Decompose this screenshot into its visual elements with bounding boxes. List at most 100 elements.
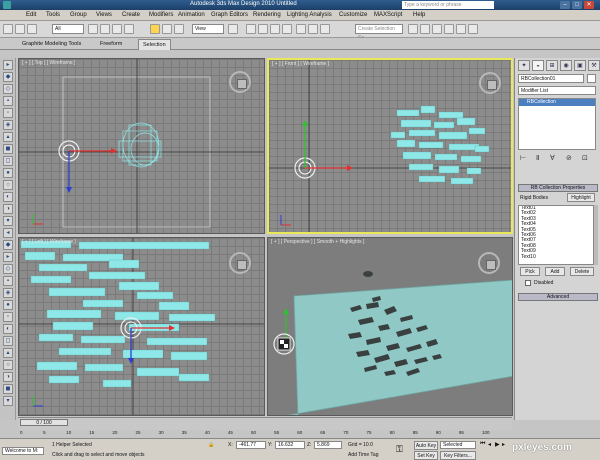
menu-lighting-analysis[interactable]: Lighting Analysis [287,12,332,18]
key-icon[interactable]: ⚿ [396,443,408,455]
display-tab-icon[interactable]: ▣ [574,60,586,71]
list-item[interactable]: Text10 [519,254,593,260]
select-scale-icon[interactable] [174,24,184,34]
minimize-icon[interactable]: – [560,1,570,9]
text-objects-cluster[interactable] [118,122,162,168]
viewport-label[interactable]: [ + ] [ Front ] [ Wireframe ] [272,61,329,67]
strip-tool-icon[interactable]: ◻ [3,336,13,346]
z-coordinate-field[interactable]: 5.869 [314,441,342,449]
viewport-top[interactable]: [ + ] [ Top ] [ Wireframe ] [18,58,265,234]
select-by-name-icon[interactable] [100,24,110,34]
viewport-label[interactable]: [ + ] [ Top ] [ Wireframe ] [22,60,75,66]
rigid-bodies-list[interactable]: Text01 Text02 Text03 Text04 Text05 Text0… [518,205,594,265]
create-tab-icon[interactable]: ✦ [518,60,530,71]
utilities-tab-icon[interactable]: ⚒ [588,60,600,71]
menu-create[interactable]: Create [122,12,140,18]
modify-tab-icon[interactable]: ◒ [532,60,544,71]
rect-selection-icon[interactable] [112,24,122,34]
menu-customize[interactable]: Customize [339,12,367,18]
app-logo-icon[interactable] [3,1,11,9]
show-end-result-icon[interactable]: Ⅱ [536,154,539,162]
track-bar[interactable]: 0 5 10 15 20 25 30 35 40 45 50 55 60 65 70 75 80 85 90 95 10… [20,428,490,438]
next-frame-icon[interactable]: ▸ [502,441,505,448]
text-objects-left[interactable] [20,240,216,388]
viewport-front[interactable]: [ + ] [ Front ] [ Wireframe ] [267,58,513,234]
configure-sets-icon[interactable]: ⊡ [582,154,588,162]
link-icon[interactable] [27,24,37,34]
viewport-label[interactable]: [ + ] [ Left ] [ Wireframe ] [22,239,76,245]
select-rotate-icon[interactable] [162,24,172,34]
strip-tool-icon[interactable]: ◼ [3,384,13,394]
strip-tool-icon[interactable]: ◈ [3,120,13,130]
strip-tool-icon[interactable]: ◼ [3,144,13,154]
tab-selection[interactable]: Selection [138,39,171,50]
hierarchy-tab-icon[interactable]: ⊞ [546,60,558,71]
menu-edit[interactable]: Edit [26,12,36,18]
disabled-checkbox[interactable] [525,280,531,286]
angle-snap-icon[interactable] [258,24,268,34]
reference-coordinate-select[interactable]: View [192,24,224,34]
strip-tool-icon[interactable]: ◑ [3,372,13,382]
y-coordinate-field[interactable]: 16.632 [275,441,305,449]
maximize-icon[interactable]: □ [572,1,582,9]
menu-views[interactable]: Views [96,12,112,18]
menu-tools[interactable]: Tools [46,12,60,18]
text-objects-front[interactable] [390,105,490,185]
add-time-tag[interactable]: Add Time Tag [348,452,378,458]
delete-button[interactable]: Delete [570,267,594,276]
strip-tool-icon[interactable]: ◇ [3,264,13,274]
viewport-perspective[interactable]: [ + ] [ Perspective ] [ Smooth + Highlig… [267,237,513,416]
strip-tool-icon[interactable]: ● [3,300,13,310]
pick-button[interactable]: Pick [520,267,540,276]
strip-tool-icon[interactable]: ◐ [3,324,13,334]
layer-manager-icon[interactable] [320,24,330,34]
strip-tool-icon[interactable]: ◂ [3,228,13,238]
strip-tool-icon[interactable]: ◈ [3,288,13,298]
close-icon[interactable]: ✕ [584,1,594,9]
strip-tool-icon[interactable]: ◇ [3,84,13,94]
strip-tool-icon[interactable]: ▾ [3,396,13,406]
maxscript-listener[interactable]: Welcome to M: [2,447,44,455]
material-editor-icon[interactable] [432,24,442,34]
strip-tool-icon[interactable]: ▸ [3,60,13,70]
curve-editor-icon[interactable] [408,24,418,34]
select-move-icon[interactable] [150,24,160,34]
redo-icon[interactable] [15,24,25,34]
lock-selection-icon[interactable]: 🔒 [208,442,214,448]
x-coordinate-field[interactable]: -461.77 [236,441,266,449]
add-button[interactable]: Add [545,267,565,276]
tab-freeform[interactable]: Freeform [100,41,122,47]
list-scrollbar[interactable] [594,205,598,265]
modifier-stack[interactable]: RBCollection [518,98,596,150]
rendered-frame-icon[interactable] [456,24,466,34]
previous-frame-icon[interactable]: ◂ [488,441,491,448]
render-icon[interactable] [468,24,478,34]
menu-rendering[interactable]: Rendering [253,12,281,18]
menu-graph-editors[interactable]: Graph Editors [211,12,248,18]
help-search-input[interactable]: Type a keyword or phrase [402,1,494,9]
strip-tool-icon[interactable]: ▪ [3,276,13,286]
remove-modifier-icon[interactable]: ⊘ [566,154,572,162]
spinner-snap-icon[interactable] [282,24,292,34]
set-key-button[interactable]: Set Key [414,451,438,460]
rb-collection-rollout[interactable]: RB Collection Properties [518,184,598,192]
menu-group[interactable]: Group [70,12,87,18]
menu-modifiers[interactable]: Modifiers [149,12,173,18]
tab-graphite-modeling-tools[interactable]: Graphite Modeling Tools [22,41,81,47]
make-unique-icon[interactable]: ∀ [550,154,555,162]
pivot-center-icon[interactable] [228,24,238,34]
strip-tool-icon[interactable]: ▫ [3,312,13,322]
modifier-list-select[interactable]: Modifier List [518,86,596,95]
named-selection-input[interactable]: Create Selection Se [355,24,403,41]
menu-animation[interactable]: Animation [178,12,205,18]
pin-stack-icon[interactable]: ⊢ [520,154,526,162]
auto-key-button[interactable]: Auto Key [414,441,438,450]
advanced-rollout[interactable]: Advanced [518,293,598,301]
strip-tool-icon[interactable]: ▫ [3,108,13,118]
snap-toggle-icon[interactable] [246,24,256,34]
strip-tool-icon[interactable]: ▾ [3,216,13,226]
strip-tool-icon[interactable]: ▴ [3,132,13,142]
strip-tool-icon[interactable]: ◻ [3,156,13,166]
object-color-swatch[interactable] [587,74,596,83]
select-object-icon[interactable] [88,24,98,34]
